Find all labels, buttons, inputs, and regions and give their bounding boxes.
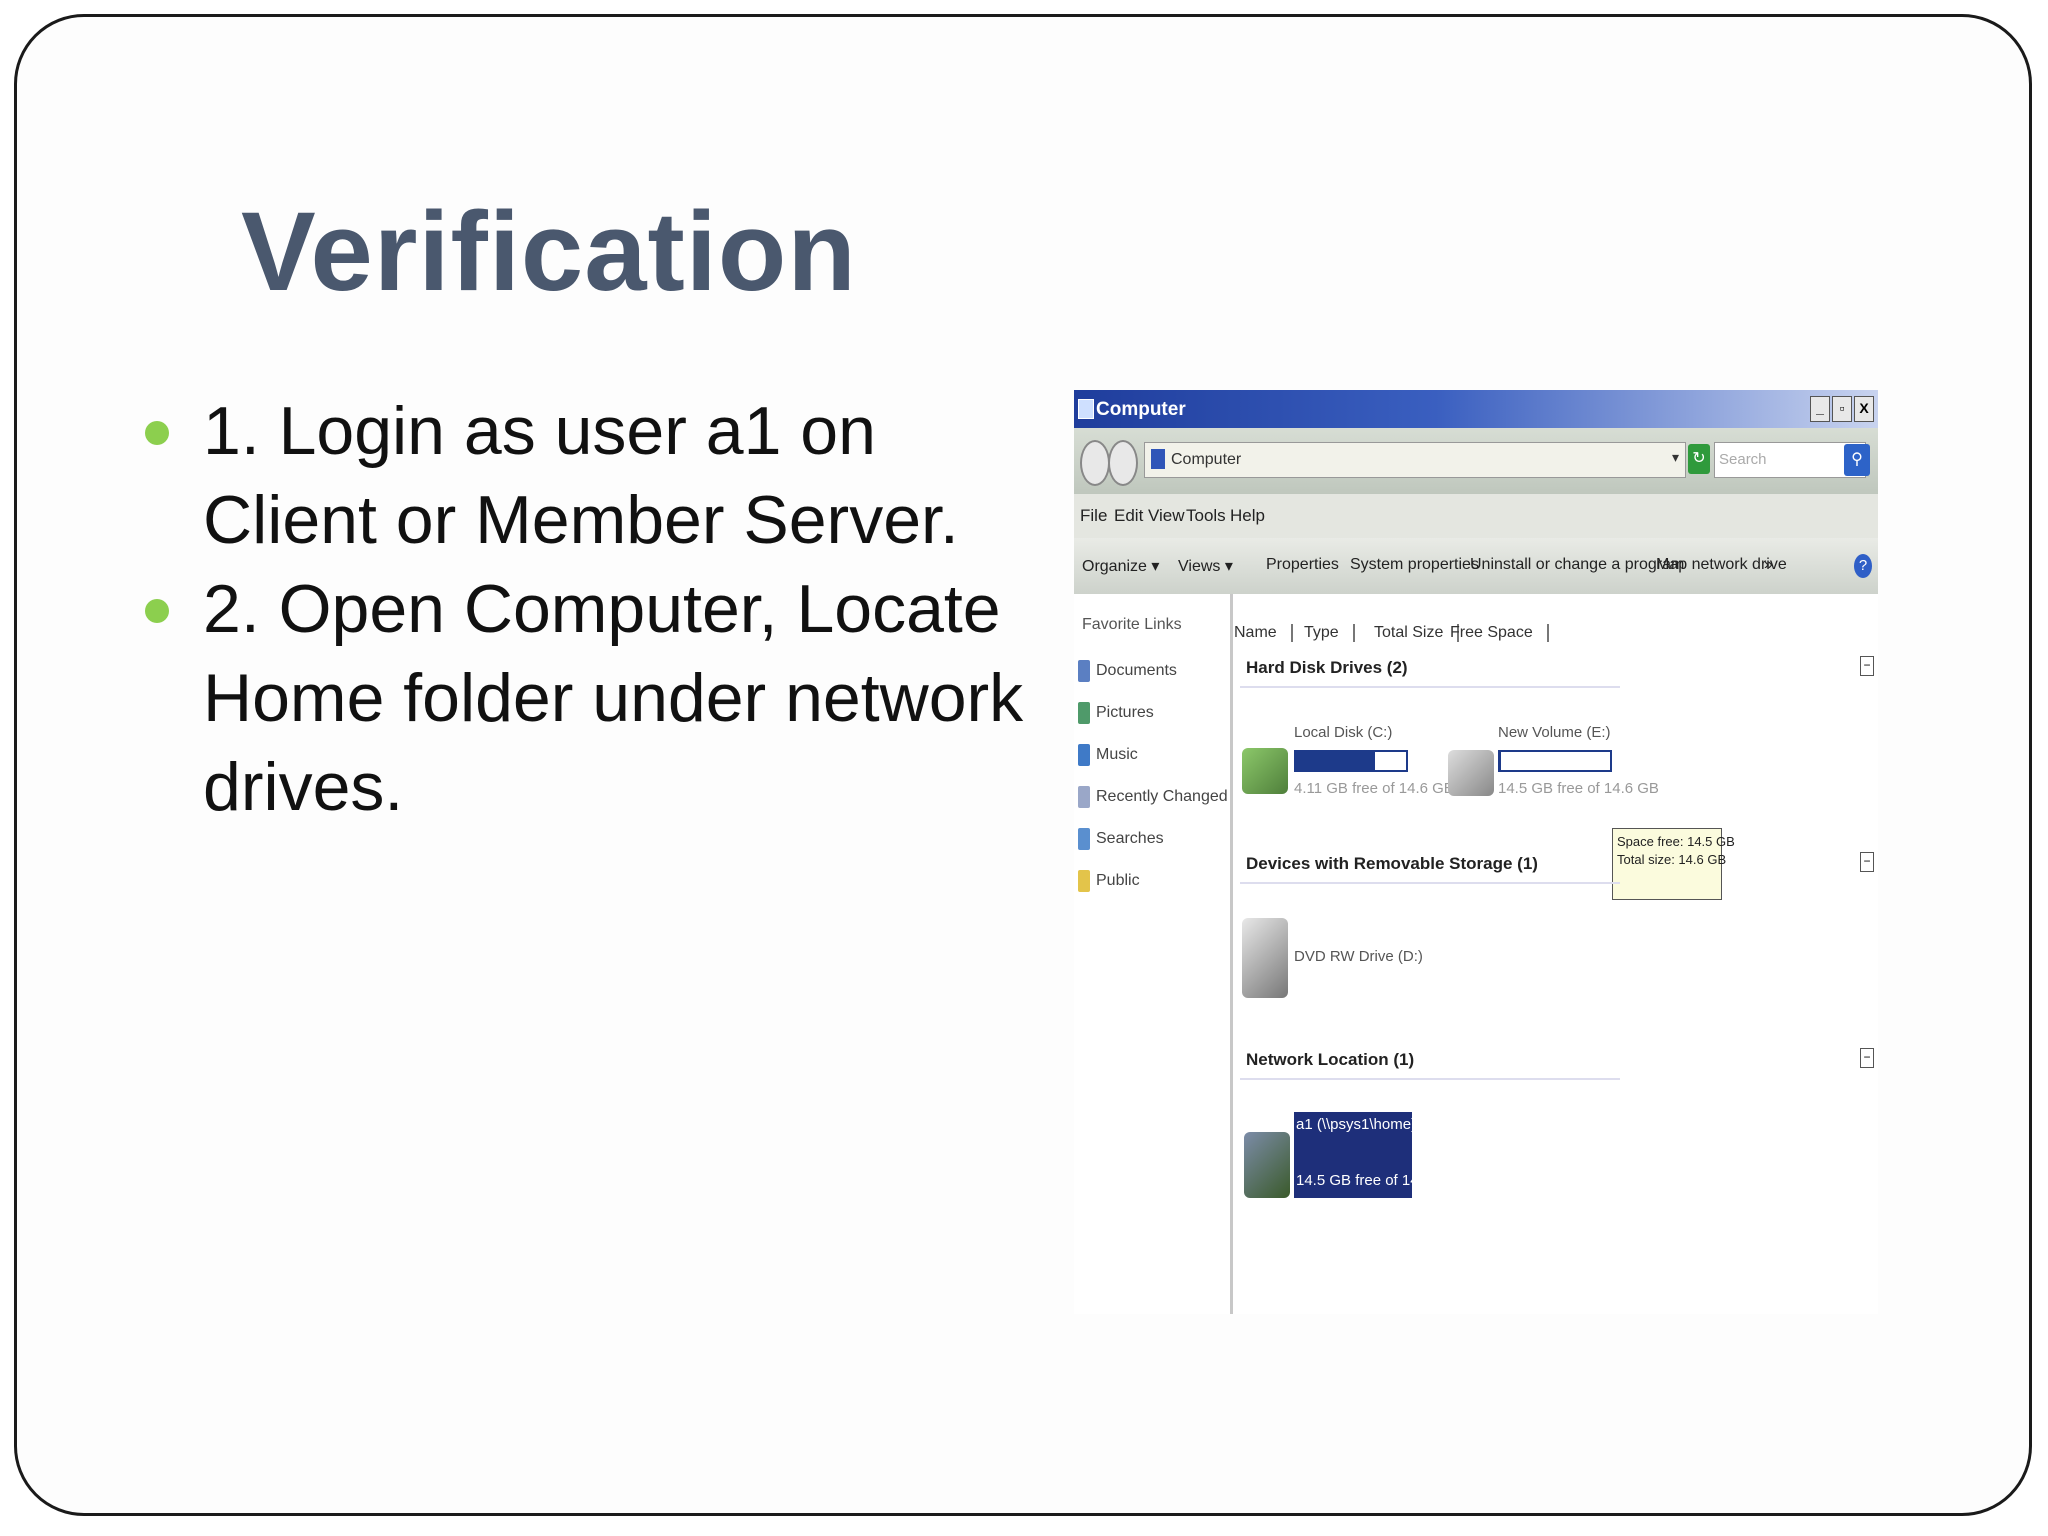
properties-button[interactable]: Properties: [1266, 556, 1339, 574]
recently-changed-icon: [1078, 786, 1090, 808]
views-button[interactable]: Views ▾: [1178, 556, 1233, 576]
more-commands-button[interactable]: »: [1764, 556, 1773, 574]
favorite-public[interactable]: Public: [1078, 870, 1140, 898]
documents-icon: [1078, 660, 1090, 682]
search-icon[interactable]: ⚲: [1844, 444, 1870, 476]
bullet-dot-icon: [145, 599, 169, 623]
folder-icon: [1078, 870, 1090, 892]
group-removable-storage[interactable]: Devices with Removable Storage (1): [1246, 854, 1538, 874]
tooltip-free: Space free: 14.5 GB: [1617, 834, 1735, 849]
address-text: Computer: [1171, 451, 1242, 468]
drive-z-info: 14.5 GB free of 14.6 GB: [1296, 1172, 1457, 1189]
bullet-list: 1. Login as user a1 on Client or Member …: [143, 387, 1063, 832]
hard-drive-icon[interactable]: [1242, 748, 1288, 794]
group-network-location[interactable]: Network Location (1): [1246, 1050, 1414, 1070]
favorite-pictures[interactable]: Pictures: [1078, 702, 1154, 730]
drive-c-name[interactable]: Local Disk (C:): [1294, 724, 1392, 741]
network-drive-z-selected[interactable]: a1 (\\psys1\home) (Z:) 14.5 GB free of 1…: [1294, 1112, 1457, 1198]
favorite-searches[interactable]: Searches: [1078, 828, 1164, 856]
menu-tools[interactable]: Tools: [1186, 506, 1226, 526]
collapse-icon[interactable]: −: [1860, 1048, 1874, 1068]
drive-z-name: a1 (\\psys1\home) (Z:): [1296, 1116, 1444, 1133]
search-placeholder: Search: [1719, 451, 1767, 468]
organize-button[interactable]: Organize ▾: [1082, 556, 1159, 576]
column-type[interactable]: Type: [1304, 624, 1355, 642]
menu-view[interactable]: View: [1148, 506, 1185, 526]
bullet-item-1: 1. Login as user a1 on Client or Member …: [143, 387, 1063, 565]
drive-c-usage-bar: [1294, 750, 1408, 772]
refresh-button[interactable]: ↻: [1688, 444, 1710, 474]
menu-bar: File Edit View Tools Help: [1074, 494, 1878, 538]
drive-e-info: 14.5 GB free of 14.6 GB: [1498, 780, 1659, 797]
group-hard-disk-drives[interactable]: Hard Disk Drives (2): [1246, 658, 1408, 678]
chevron-down-icon[interactable]: ▾: [1672, 449, 1679, 466]
maximize-button[interactable]: ▫: [1832, 396, 1852, 422]
close-button[interactable]: X: [1854, 396, 1874, 422]
tooltip-total: Total size: 14.6 GB: [1617, 852, 1727, 867]
group-divider: [1240, 882, 1620, 884]
music-icon: [1078, 744, 1090, 766]
drive-c-usage-fill: [1296, 752, 1376, 770]
minimize-button[interactable]: _: [1810, 396, 1830, 422]
column-total-size[interactable]: Total Size: [1374, 624, 1460, 642]
collapse-icon[interactable]: −: [1860, 656, 1874, 676]
searches-icon: [1078, 828, 1090, 850]
group-divider: [1240, 1078, 1620, 1080]
column-free-space[interactable]: Free Space: [1450, 624, 1549, 642]
column-name[interactable]: Name: [1234, 624, 1293, 642]
window-controls: _ ▫ X: [1810, 396, 1874, 422]
forward-button[interactable]: [1108, 440, 1138, 486]
computer-icon: [1078, 399, 1094, 419]
bullet-dot-icon: [145, 421, 169, 445]
address-field[interactable]: Computer ▾: [1144, 442, 1686, 478]
favorites-heading: Favorite Links: [1082, 616, 1182, 633]
back-button[interactable]: [1080, 440, 1110, 486]
command-toolbar: Organize ▾ Views ▾ Properties System pro…: [1074, 538, 1878, 594]
drive-e-usage-fill: [1500, 752, 1502, 770]
collapse-icon[interactable]: −: [1860, 852, 1874, 872]
drive-tooltip: Space free: 14.5 GB Total size: 14.6 GB: [1612, 828, 1735, 900]
bullet-item-2: 2. Open Computer, Locate Home folder und…: [143, 565, 1063, 832]
drive-c-info: 4.11 GB free of 14.6 GB: [1294, 780, 1454, 797]
dvd-drive-icon[interactable]: [1242, 918, 1288, 998]
system-properties-button[interactable]: System properties: [1350, 556, 1479, 574]
favorite-documents[interactable]: Documents: [1078, 660, 1177, 688]
hard-drive-icon[interactable]: [1448, 750, 1494, 796]
computer-small-icon: [1151, 449, 1165, 469]
address-bar-area: Computer ▾ ↻ Search ⚲: [1074, 428, 1878, 494]
pictures-icon: [1078, 702, 1090, 724]
explorer-window: Computer _ ▫ X Computer ▾ ↻ Search ⚲ Fil…: [1074, 390, 1878, 1314]
menu-file[interactable]: File: [1080, 506, 1107, 526]
bullet-text: 1. Login as user a1 on Client or Member …: [203, 393, 959, 558]
network-drive-icon[interactable]: [1244, 1132, 1290, 1198]
group-divider: [1240, 686, 1620, 688]
favorite-recently-changed[interactable]: Recently Changed: [1078, 786, 1228, 814]
drive-d-name[interactable]: DVD RW Drive (D:): [1294, 948, 1423, 965]
drive-e-usage-bar: [1498, 750, 1612, 772]
menu-help[interactable]: Help: [1230, 506, 1265, 526]
favorite-music[interactable]: Music: [1078, 744, 1138, 772]
window-titlebar[interactable]: Computer _ ▫ X: [1074, 390, 1878, 428]
menu-edit[interactable]: Edit: [1114, 506, 1143, 526]
window-title: Computer: [1096, 399, 1186, 420]
slide-title: Verification: [241, 189, 857, 314]
drive-e-name[interactable]: New Volume (E:): [1498, 724, 1611, 741]
navigation-pane: Favorite Links Documents Pictures Music …: [1074, 594, 1233, 1314]
uninstall-program-button[interactable]: Uninstall or change a program: [1470, 556, 1684, 574]
column-headers: Name Type Total Size Free Space: [1234, 620, 1874, 648]
bullet-text: 2. Open Computer, Locate Home folder und…: [203, 571, 1024, 825]
help-icon[interactable]: ?: [1854, 554, 1872, 578]
